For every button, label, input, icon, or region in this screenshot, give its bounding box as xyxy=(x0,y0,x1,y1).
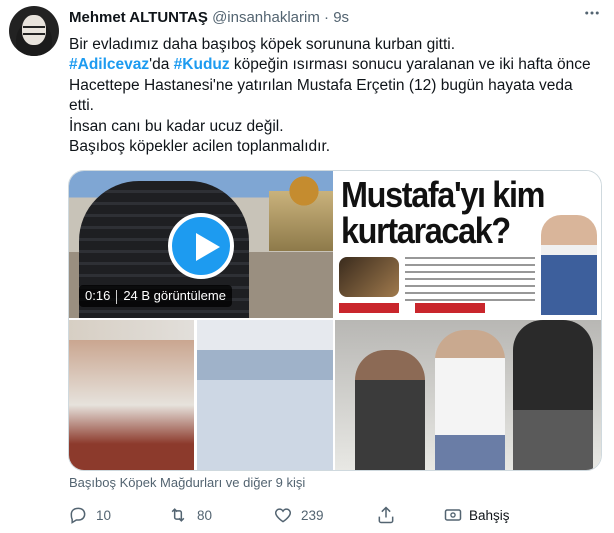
video-info-badge: 0:16 24 B görüntüleme xyxy=(79,285,232,307)
heart-icon xyxy=(274,508,292,523)
author-name[interactable]: Mehmet ALTUNTAŞ xyxy=(69,9,208,26)
share-button[interactable] xyxy=(376,505,396,527)
newspaper-red-label xyxy=(415,303,485,313)
tweet-text: Bir evladımız daha başıboş köpek sorunun… xyxy=(69,35,599,157)
video-views: 24 B görüntüleme xyxy=(123,288,226,303)
hashtag-kuduz[interactable]: #Kuduz xyxy=(174,56,230,73)
video-duration: 0:16 xyxy=(85,288,111,303)
group-photo[interactable] xyxy=(335,320,601,470)
reply-count: 10 xyxy=(96,507,112,523)
tip-label: Bahşiş xyxy=(469,507,510,523)
avatar[interactable] xyxy=(9,6,59,56)
newspaper-headline: Mustafa'yı kim kurtaracak? xyxy=(341,174,545,251)
reply-button[interactable]: 10 xyxy=(68,505,111,527)
hospital-bed-photo xyxy=(69,340,194,470)
play-button[interactable] xyxy=(168,213,234,279)
hashtag-adilcevaz[interactable]: #Adilcevaz xyxy=(69,56,149,73)
video-thumbnail[interactable]: 0:16 24 B görüntüleme xyxy=(69,171,333,318)
play-icon xyxy=(196,233,220,261)
tweet-line-1: Bir evladımız daha başıboş köpek sorunun… xyxy=(69,36,456,53)
action-bar: 10 80 239 Bahşiş xyxy=(0,505,614,527)
tip-icon xyxy=(444,509,462,521)
boy-figure xyxy=(355,350,425,470)
dog-photo xyxy=(339,257,399,297)
share-icon xyxy=(378,506,394,524)
reply-icon xyxy=(70,507,86,524)
tweet-text-part: 'da xyxy=(149,56,174,74)
separator-dot: · xyxy=(324,9,330,26)
newspaper-red-label xyxy=(339,303,399,313)
background-tree xyxy=(274,171,333,211)
more-options-icon[interactable] xyxy=(580,4,604,24)
tagged-people[interactable]: Başıboş Köpek Mağdurları ve diğer 9 kişi xyxy=(69,475,305,490)
author-handle[interactable]: @insanhaklarim xyxy=(212,9,320,26)
avatar-glasses xyxy=(23,26,45,35)
child-photo xyxy=(541,215,597,315)
tweet-header: Mehmet ALTUNTAŞ @insanhaklarim · 9s xyxy=(69,9,349,26)
like-count: 239 xyxy=(301,507,324,523)
ambulance-photo xyxy=(197,320,333,470)
newspaper-body-text xyxy=(405,257,535,301)
retweet-icon xyxy=(171,508,185,522)
video-info-divider xyxy=(116,289,118,304)
man-figure xyxy=(513,320,593,470)
teen-figure xyxy=(435,330,505,470)
tweet-line-2: #Adilcevaz'da #Kuduz köpeğin ısırması so… xyxy=(69,55,599,116)
media-grid: 0:16 24 B görüntüleme Mustafa'yı kim kurt… xyxy=(68,170,602,471)
hospital-image[interactable] xyxy=(69,320,333,470)
tweet-line-3: İnsan canı bu kadar ucuz değil. xyxy=(69,117,284,135)
like-button[interactable]: 239 xyxy=(273,505,324,527)
retweet-button[interactable]: 80 xyxy=(167,505,212,527)
timestamp[interactable]: 9s xyxy=(333,9,349,26)
tip-button[interactable]: Bahşiş xyxy=(443,505,510,527)
retweet-count: 80 xyxy=(197,507,213,523)
tweet-line-4: Başıboş köpekler acilen toplanmalıdır. xyxy=(69,138,331,156)
newspaper-image[interactable]: Mustafa'yı kim kurtaracak? xyxy=(335,171,601,318)
